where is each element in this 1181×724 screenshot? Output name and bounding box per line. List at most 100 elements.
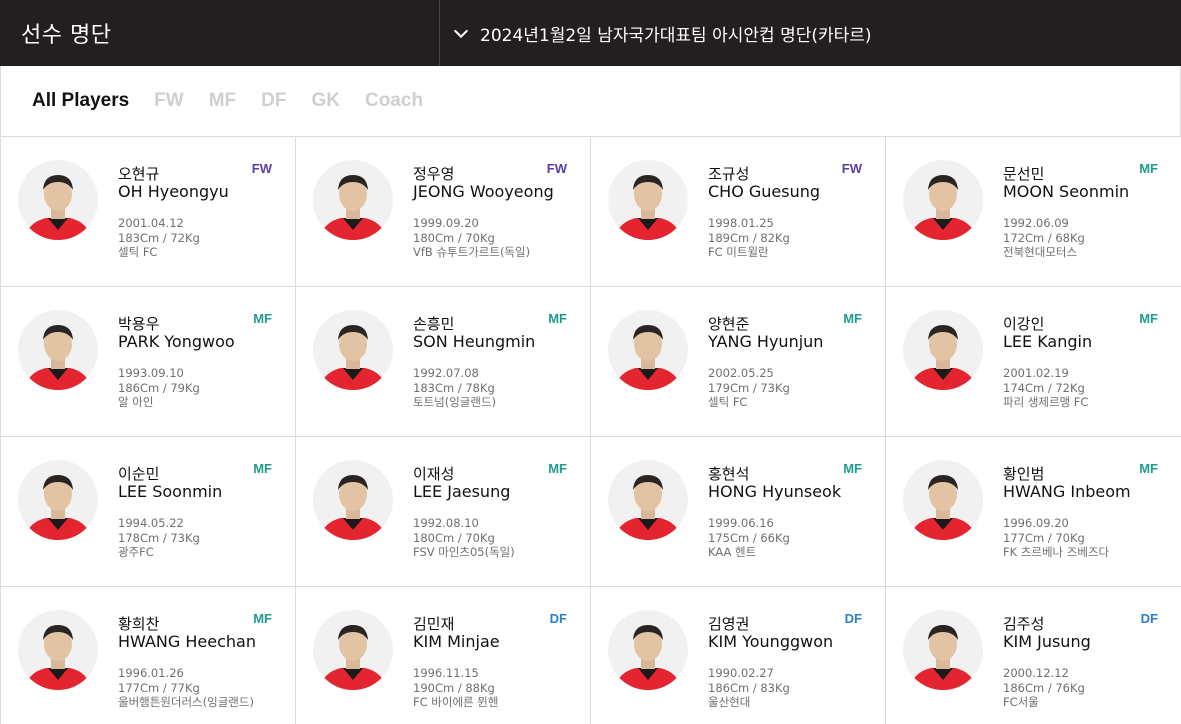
player-card[interactable]: 황희찬 HWANG Heechan MF 1996.01.26 177Cm / 77Kg…	[1, 587, 296, 724]
player-name-kr: 박용우	[118, 315, 160, 333]
player-name-en: LEE Jaesung	[413, 482, 511, 501]
player-info: 1990.02.27 186Cm / 83Kg 울산현대	[708, 666, 790, 710]
tab-gk[interactable]: GK	[311, 90, 340, 112]
player-club: 셀틱 FC	[708, 395, 748, 409]
player-birthdate: 1999.09.20	[413, 216, 479, 230]
player-name-kr: 김민재	[413, 615, 455, 633]
player-name-kr: 오현규	[118, 165, 160, 183]
player-name-kr: 김영권	[708, 615, 750, 633]
player-info: 1999.06.16 175Cm / 66Kg KAA 헨트	[708, 516, 790, 560]
player-height-weight: 186Cm / 76Kg	[1003, 680, 1085, 695]
player-photo	[903, 160, 983, 240]
position-badge: MF	[1139, 311, 1158, 326]
player-name-kr: 이강인	[1003, 315, 1045, 333]
player-card[interactable]: 홍현석 HONG Hyunseok MF 1999.06.16 175Cm / 66Kg…	[591, 437, 886, 587]
tab-mf[interactable]: MF	[209, 90, 236, 112]
player-card[interactable]: 김민재 KIM Minjae DF 1996.11.15 190Cm / 88Kg FC …	[296, 587, 591, 724]
player-card[interactable]: 문선민 MOON Seonmin MF 1992.06.09 172Cm / 68Kg 전…	[886, 137, 1181, 287]
player-card[interactable]: 이재성 LEE Jaesung MF 1992.08.10 180Cm / 70Kg FS…	[296, 437, 591, 587]
player-birthdate: 2000.12.12	[1003, 666, 1069, 680]
tab-df[interactable]: DF	[261, 90, 286, 112]
player-birthdate: 2001.02.19	[1003, 366, 1069, 380]
player-name-en: PARK Yongwoo	[118, 332, 235, 351]
player-info: 1992.06.09 172Cm / 68Kg 전북현대모터스	[1003, 216, 1085, 260]
tab-coach[interactable]: Coach	[365, 90, 423, 112]
player-info: 2000.12.12 186Cm / 76Kg FC서울	[1003, 666, 1085, 710]
player-club: 셀틱 FC	[118, 245, 158, 259]
player-height-weight: 177Cm / 77Kg	[118, 680, 200, 695]
player-birthdate: 1992.06.09	[1003, 216, 1069, 230]
player-name-kr: 황인범	[1003, 465, 1045, 483]
player-name-kr: 이재성	[413, 465, 455, 483]
player-club: FK 츠르베나 즈베즈다	[1003, 545, 1110, 559]
player-name-en: MOON Seonmin	[1003, 182, 1130, 201]
player-card[interactable]: 김영권 KIM Younggwon DF 1990.02.27 186Cm / 83Kg…	[591, 587, 886, 724]
player-birthdate: 1992.08.10	[413, 516, 479, 530]
tab-fw[interactable]: FW	[154, 90, 184, 112]
player-club: VfB 슈투트가르트(독일)	[413, 245, 531, 259]
player-name-en: SON Heungmin	[413, 332, 536, 351]
player-height-weight: 186Cm / 79Kg	[118, 380, 200, 395]
player-card[interactable]: 박용우 PARK Yongwoo MF 1993.09.10 186Cm / 79Kg 알…	[1, 287, 296, 437]
player-height-weight: 180Cm / 70Kg	[413, 230, 495, 245]
player-photo	[903, 610, 983, 690]
player-card[interactable]: 손흥민 SON Heungmin MF 1992.07.08 183Cm / 78Kg 토…	[296, 287, 591, 437]
player-birthdate: 2001.04.12	[118, 216, 184, 230]
player-height-weight: 183Cm / 78Kg	[413, 380, 495, 395]
player-name-en: KIM Jusung	[1003, 632, 1091, 651]
player-club: 광주FC	[118, 545, 154, 559]
player-birthdate: 1992.07.08	[413, 366, 479, 380]
player-birthdate: 1998.01.25	[708, 216, 774, 230]
player-photo	[18, 160, 98, 240]
tab-all-players[interactable]: All Players	[32, 90, 129, 112]
player-name-kr: 손흥민	[413, 315, 455, 333]
player-info: 2002.05.25 179Cm / 73Kg 셀틱 FC	[708, 366, 790, 410]
position-filter-tabs: All Players FW MF DF GK Coach	[0, 66, 1181, 137]
player-club: FC서울	[1003, 695, 1039, 709]
player-card[interactable]: 정우영 JEONG Wooyeong FW 1999.09.20 180Cm / 70K…	[296, 137, 591, 287]
position-badge: MF	[548, 311, 567, 326]
position-badge: MF	[1139, 461, 1158, 476]
player-card[interactable]: 오현규 OH Hyeongyu FW 2001.04.12 183Cm / 72Kg 셀틱…	[1, 137, 296, 287]
player-info: 1993.09.10 186Cm / 79Kg 알 아인	[118, 366, 200, 410]
player-card[interactable]: 김주성 KIM Jusung DF 2000.12.12 186Cm / 76Kg FC서…	[886, 587, 1181, 724]
position-badge: MF	[253, 611, 272, 626]
player-card[interactable]: 이강인 LEE Kangin MF 2001.02.19 174Cm / 72Kg 파리 …	[886, 287, 1181, 437]
player-card[interactable]: 황인범 HWANG Inbeom MF 1996.09.20 177Cm / 70Kg F…	[886, 437, 1181, 587]
player-card[interactable]: 양현준 YANG Hyunjun MF 2002.05.25 179Cm / 73Kg 셀…	[591, 287, 886, 437]
player-photo	[903, 460, 983, 540]
player-height-weight: 190Cm / 88Kg	[413, 680, 495, 695]
player-height-weight: 186Cm / 83Kg	[708, 680, 790, 695]
player-name-kr: 조규성	[708, 165, 750, 183]
player-card[interactable]: 이순민 LEE Soonmin MF 1994.05.22 178Cm / 73Kg 광주…	[1, 437, 296, 587]
player-info: 1994.05.22 178Cm / 73Kg 광주FC	[118, 516, 200, 560]
player-photo	[18, 460, 98, 540]
player-photo	[903, 310, 983, 390]
roster-select[interactable]: 2024년1월2일 남자국가대표팀 아시안컵 명단(카타르)	[440, 0, 1181, 66]
page-title: 선수 명단	[0, 0, 440, 66]
player-name-kr: 양현준	[708, 315, 750, 333]
player-name-en: JEONG Wooyeong	[413, 182, 554, 201]
position-badge: DF	[549, 611, 567, 626]
player-info: 1999.09.20 180Cm / 70Kg VfB 슈투트가르트(독일)	[413, 216, 530, 260]
player-club: 파리 생제르맹 FC	[1003, 395, 1089, 409]
player-name-en: LEE Kangin	[1003, 332, 1093, 351]
player-photo	[608, 310, 688, 390]
player-club: 울산현대	[708, 695, 751, 709]
player-card[interactable]: 조규성 CHO Guesung FW 1998.01.25 189Cm / 82Kg FC…	[591, 137, 886, 287]
player-name-kr: 황희찬	[118, 615, 160, 633]
player-photo	[313, 310, 393, 390]
player-name-en: HWANG Inbeom	[1003, 482, 1131, 501]
position-badge: FW	[251, 161, 272, 176]
position-badge: MF	[548, 461, 567, 476]
roster-select-label: 2024년1월2일 남자국가대표팀 아시안컵 명단(카타르)	[480, 25, 872, 46]
player-photo	[18, 310, 98, 390]
player-info: 1996.01.26 177Cm / 77Kg 울버햄튼원더러스(잉글랜드)	[118, 666, 254, 710]
position-badge: DF	[844, 611, 862, 626]
player-club: 토트넘(잉글랜드)	[413, 395, 497, 409]
player-name-en: HWANG Heechan	[118, 632, 256, 651]
player-height-weight: 178Cm / 73Kg	[118, 530, 200, 545]
position-badge: MF	[843, 461, 862, 476]
player-birthdate: 1994.05.22	[118, 516, 184, 530]
player-club: FC 미트윌란	[708, 245, 769, 259]
